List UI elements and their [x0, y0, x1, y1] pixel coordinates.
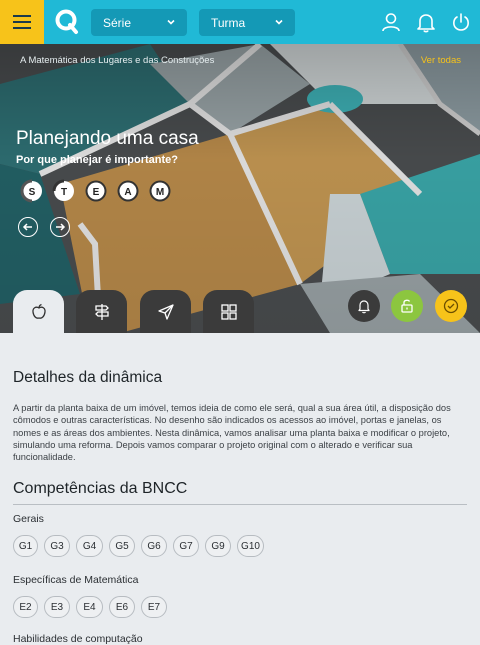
bell-icon — [358, 300, 370, 314]
math-competency-chip[interactable]: E2 — [13, 596, 38, 618]
math-competency-chip[interactable]: E6 — [109, 596, 135, 618]
dynamic-title: Planejando uma casa — [16, 128, 199, 149]
competency-chip[interactable]: G7 — [173, 535, 199, 557]
apple-icon — [31, 303, 46, 319]
steam-letter: S — [29, 187, 36, 198]
steam-letter: A — [124, 187, 131, 198]
bell-icon[interactable] — [415, 11, 437, 33]
chevron-down-icon — [167, 19, 175, 25]
competency-chip[interactable]: G3 — [44, 535, 70, 557]
tab-signpost[interactable] — [76, 290, 127, 333]
hamburger-line — [13, 21, 31, 23]
hamburger-line — [13, 15, 31, 17]
signpost-icon — [94, 303, 109, 320]
bncc-title: Competências da BNCC — [13, 480, 188, 497]
menu-button[interactable] — [0, 0, 44, 44]
send-icon — [157, 303, 174, 320]
check-circle-icon — [443, 298, 459, 314]
math-competencies-label: Específicas de Matemática — [13, 574, 139, 586]
section-divider — [13, 504, 467, 505]
dynamic-subtitle: Por que planejar é importante? — [16, 154, 178, 166]
competency-chip[interactable]: G5 — [109, 535, 135, 557]
math-competency-chip[interactable]: E7 — [141, 596, 167, 618]
steam-badge-m: M — [149, 180, 171, 202]
competency-chip[interactable]: G10 — [237, 535, 264, 557]
tab-grid[interactable] — [203, 290, 254, 333]
computing-skills-label: Habilidades de computação — [13, 633, 143, 645]
competency-chip[interactable]: G1 — [13, 535, 38, 557]
details-description: A partir da planta baixa de um imóvel, t… — [13, 403, 451, 463]
steam-letter: T — [61, 187, 67, 198]
turma-select-label: Turma — [211, 15, 246, 30]
unlock-button[interactable] — [391, 290, 423, 322]
next-arrow-button[interactable] — [50, 217, 70, 237]
notify-button[interactable] — [348, 290, 380, 322]
steam-badge-a: A — [117, 180, 139, 202]
steam-badge-s: S — [20, 179, 42, 203]
complete-button[interactable] — [435, 290, 467, 322]
competency-chip[interactable]: G4 — [76, 535, 103, 557]
see-all-link[interactable]: Ver todas — [421, 55, 461, 66]
chevron-down-icon — [275, 19, 283, 25]
math-competency-chip[interactable]: E3 — [44, 596, 70, 618]
steam-badge-t: T — [52, 179, 74, 201]
serie-select-label: Série — [103, 15, 132, 30]
collection-title: A Matemática dos Lugares e das Construçõ… — [20, 55, 215, 66]
previous-arrow-button[interactable] — [18, 217, 38, 237]
hamburger-line — [13, 27, 31, 29]
arrow-right-icon — [56, 223, 66, 231]
steam-letter: E — [93, 187, 100, 198]
power-icon[interactable] — [450, 11, 472, 33]
tab-apple[interactable] — [13, 290, 64, 333]
grid-icon — [220, 303, 237, 320]
arrow-left-icon — [22, 223, 32, 231]
turma-select[interactable]: Turma — [199, 9, 295, 36]
unlock-icon — [401, 299, 413, 313]
competency-chip[interactable]: G9 — [205, 535, 231, 557]
details-title: Detalhes da dinâmica — [13, 369, 163, 386]
serie-select[interactable]: Série — [91, 9, 187, 36]
competency-chip[interactable]: G6 — [141, 535, 167, 557]
math-competency-chip[interactable]: E4 — [76, 596, 103, 618]
steam-letter: M — [156, 187, 164, 198]
top-bar: Série Turma — [0, 0, 480, 44]
steam-badge-e: E — [85, 180, 107, 202]
user-icon[interactable] — [380, 11, 402, 33]
logo-icon[interactable] — [55, 9, 79, 35]
general-competencies-label: Gerais — [13, 513, 44, 525]
tab-send[interactable] — [140, 290, 191, 333]
